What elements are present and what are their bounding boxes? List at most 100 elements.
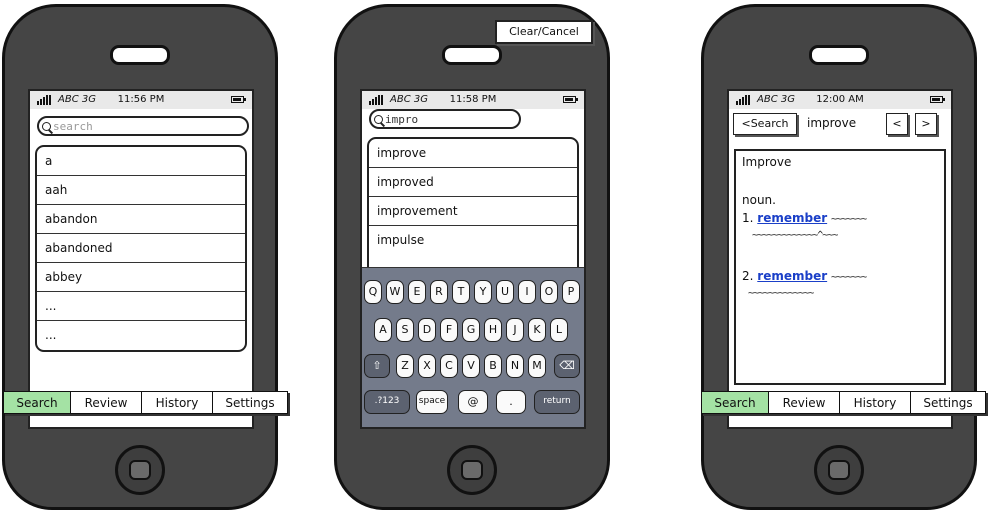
key-z[interactable]: Z: [396, 354, 414, 378]
space-key[interactable]: space: [416, 390, 448, 414]
search-input[interactable]: [53, 118, 233, 134]
key-n[interactable]: N: [506, 354, 524, 378]
phone-typing-screen: ABC 3G 11:58 PM improve improved improve…: [334, 4, 610, 510]
backspace-icon: ⌫: [559, 359, 575, 372]
tab-bar: Search Review History Settings: [3, 391, 288, 417]
list-item[interactable]: abbey: [37, 263, 245, 292]
previous-word-button[interactable]: <: [886, 113, 908, 135]
key-q[interactable]: Q: [364, 280, 382, 304]
key-u[interactable]: U: [496, 280, 514, 304]
status-bar: ABC 3G 11:58 PM: [362, 91, 584, 109]
home-square-icon: [129, 460, 151, 480]
placeholder-text: ~~~~~~~: [830, 272, 867, 283]
return-key[interactable]: return: [534, 390, 580, 414]
search-input[interactable]: [385, 111, 513, 127]
key-k[interactable]: K: [528, 318, 546, 342]
tab-search[interactable]: Search: [3, 391, 71, 414]
key-w[interactable]: W: [386, 280, 404, 304]
list-item[interactable]: impulse: [369, 226, 577, 255]
home-button[interactable]: [814, 445, 864, 495]
sense-2: 2. remember ~~~~~~~ ~~~~~~~~~~~~~: [742, 269, 938, 301]
remember-link[interactable]: remember: [757, 269, 827, 283]
list-item[interactable]: abandon: [37, 205, 245, 234]
placeholder-text: ~~~~~~~: [830, 214, 867, 225]
home-square-icon: [828, 460, 850, 480]
phone-definition-screen: ABC 3G 12:00 AM <Search improve < > Impr…: [701, 4, 977, 510]
clear-cancel-button[interactable]: Clear/Cancel: [495, 20, 593, 44]
key-o[interactable]: O: [540, 280, 558, 304]
battery-icon: [930, 96, 945, 103]
screen: ABC 3G 11:58 PM improve improved improve…: [360, 89, 586, 429]
part-of-speech: noun.: [742, 193, 776, 207]
key-b[interactable]: B: [484, 354, 502, 378]
placeholder-text: ~~~~~~~~~~~~~^~~~: [752, 230, 838, 241]
word-title: improve: [807, 116, 857, 130]
key-t[interactable]: T: [452, 280, 470, 304]
tab-history[interactable]: History: [141, 391, 213, 414]
clock: 12:00 AM: [816, 94, 864, 105]
search-field[interactable]: [369, 109, 521, 129]
key-r[interactable]: R: [430, 280, 448, 304]
list-item[interactable]: abandoned: [37, 234, 245, 263]
key-y[interactable]: Y: [474, 280, 492, 304]
definition-heading: Improve: [742, 155, 792, 169]
list-item[interactable]: improved: [369, 168, 577, 197]
sense-1: 1. remember ~~~~~~~ ~~~~~~~~~~~~~^~~~: [742, 211, 938, 243]
clock: 11:56 PM: [117, 94, 165, 105]
back-to-search-button[interactable]: <Search: [733, 113, 797, 135]
definition-panel: Improve noun. 1. remember ~~~~~~~ ~~~~~~…: [734, 149, 946, 385]
key-a[interactable]: A: [374, 318, 392, 342]
key-v[interactable]: V: [462, 354, 480, 378]
home-button[interactable]: [447, 445, 497, 495]
home-button[interactable]: [115, 445, 165, 495]
list-item[interactable]: ...: [37, 321, 245, 350]
clock: 11:58 PM: [449, 94, 497, 105]
key-h[interactable]: H: [484, 318, 502, 342]
list-item[interactable]: ...: [37, 292, 245, 321]
speaker: [110, 45, 170, 65]
tab-review[interactable]: Review: [768, 391, 840, 414]
home-square-icon: [461, 460, 483, 480]
key-e[interactable]: E: [408, 280, 426, 304]
key-p[interactable]: P: [562, 280, 580, 304]
key-s[interactable]: S: [396, 318, 414, 342]
period-key[interactable]: .: [496, 390, 526, 414]
keyboard: Q W E R T Y U I O P A S D F G H J K L ⇧ …: [362, 267, 584, 427]
search-field[interactable]: [37, 116, 249, 136]
tab-history[interactable]: History: [839, 391, 911, 414]
key-f[interactable]: F: [440, 318, 458, 342]
status-bar: ABC 3G 11:56 PM: [30, 91, 252, 109]
at-key[interactable]: @: [458, 390, 488, 414]
sense-number: 1.: [742, 211, 754, 225]
key-m[interactable]: M: [528, 354, 546, 378]
search-icon: [374, 115, 383, 124]
list-item[interactable]: improve: [369, 139, 577, 168]
list-item[interactable]: improvement: [369, 197, 577, 226]
shift-key[interactable]: ⇧: [364, 354, 390, 378]
key-g[interactable]: G: [462, 318, 480, 342]
tab-bar: Search Review History Settings: [701, 391, 986, 417]
tab-search[interactable]: Search: [701, 391, 769, 414]
backspace-key[interactable]: ⌫: [554, 354, 580, 378]
list-item[interactable]: aah: [37, 176, 245, 205]
search-icon: [42, 122, 51, 131]
key-c[interactable]: C: [440, 354, 458, 378]
tab-settings[interactable]: Settings: [212, 391, 288, 414]
sense-number: 2.: [742, 269, 754, 283]
numbers-key[interactable]: .?123: [364, 390, 410, 414]
key-i[interactable]: I: [518, 280, 536, 304]
remember-link[interactable]: remember: [757, 211, 827, 225]
key-l[interactable]: L: [550, 318, 568, 342]
battery-icon: [231, 96, 246, 103]
screen: ABC 3G 12:00 AM <Search improve < > Impr…: [727, 89, 953, 429]
tab-review[interactable]: Review: [70, 391, 142, 414]
key-x[interactable]: X: [418, 354, 436, 378]
battery-icon: [563, 96, 578, 103]
list-item[interactable]: a: [37, 147, 245, 176]
next-word-button[interactable]: >: [915, 113, 937, 135]
key-d[interactable]: D: [418, 318, 436, 342]
shift-icon: ⇧: [372, 359, 382, 372]
tab-settings[interactable]: Settings: [910, 391, 986, 414]
placeholder-text: ~~~~~~~~~~~~~: [748, 288, 814, 299]
key-j[interactable]: J: [506, 318, 524, 342]
